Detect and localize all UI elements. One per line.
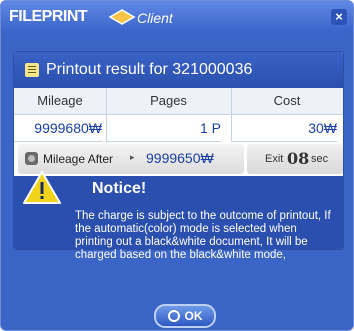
brand-name: FILEPRINT [9,8,88,26]
notice-header: Notice! [14,176,343,202]
coin-icon [25,152,38,165]
column-header-mileage: Mileage [14,88,106,115]
column-header-pages: Pages [106,88,231,115]
logo-icon [108,9,136,25]
close-button[interactable]: × [331,9,347,25]
notice-title: Notice! [92,180,147,197]
exit-seconds: 08 [287,149,310,168]
ok-button[interactable]: OK [154,304,216,328]
mileage-after-value: 9999650₩ [146,150,214,166]
column-header-cost: Cost [231,88,343,115]
mileage-value: 9999680₩ [14,115,102,142]
exit-countdown: Exit 08 sec [247,144,343,174]
title-bar: FILEPRINT Client × [1,1,353,33]
cost-value: 30₩ [231,115,337,142]
pages-value: 1 P [106,115,221,142]
column-divider [106,88,107,141]
ok-label: OK [184,309,203,323]
mileage-after-label: Mileage After [43,152,114,166]
notice-text: The charge is subject to the outcome of … [75,210,331,261]
brand-file: FILE [9,8,42,25]
fileprint-window: FILEPRINT Client × Printout result for 3… [0,0,354,331]
warning-icon [23,171,61,204]
brand-client: Client [137,10,173,26]
result-header: Printout result for 321000036 [14,52,343,88]
document-icon [25,63,39,77]
exit-label: Exit [265,153,284,165]
exit-unit: sec [311,153,329,165]
arrow-right-icon: ▸ [130,152,135,162]
brand-print: PRINT [41,8,88,25]
result-title: Printout result for 321000036 [46,61,253,78]
ok-icon [167,309,180,322]
column-divider [231,88,232,141]
